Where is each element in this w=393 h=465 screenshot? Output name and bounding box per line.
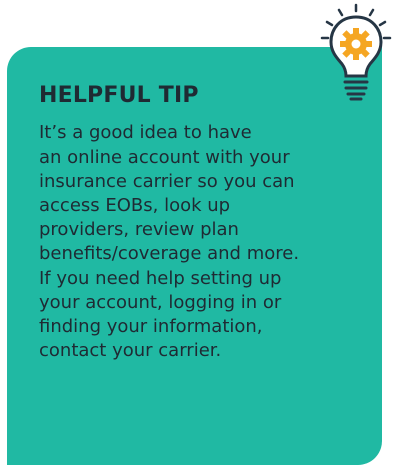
page: HELPFUL TIP It’s a good idea to have an … <box>0 0 393 465</box>
tip-title: HELPFUL TIP <box>39 83 199 108</box>
lightbulb-gear-icon <box>320 3 392 101</box>
tip-body: It’s a good idea to have an online accou… <box>39 122 300 362</box>
